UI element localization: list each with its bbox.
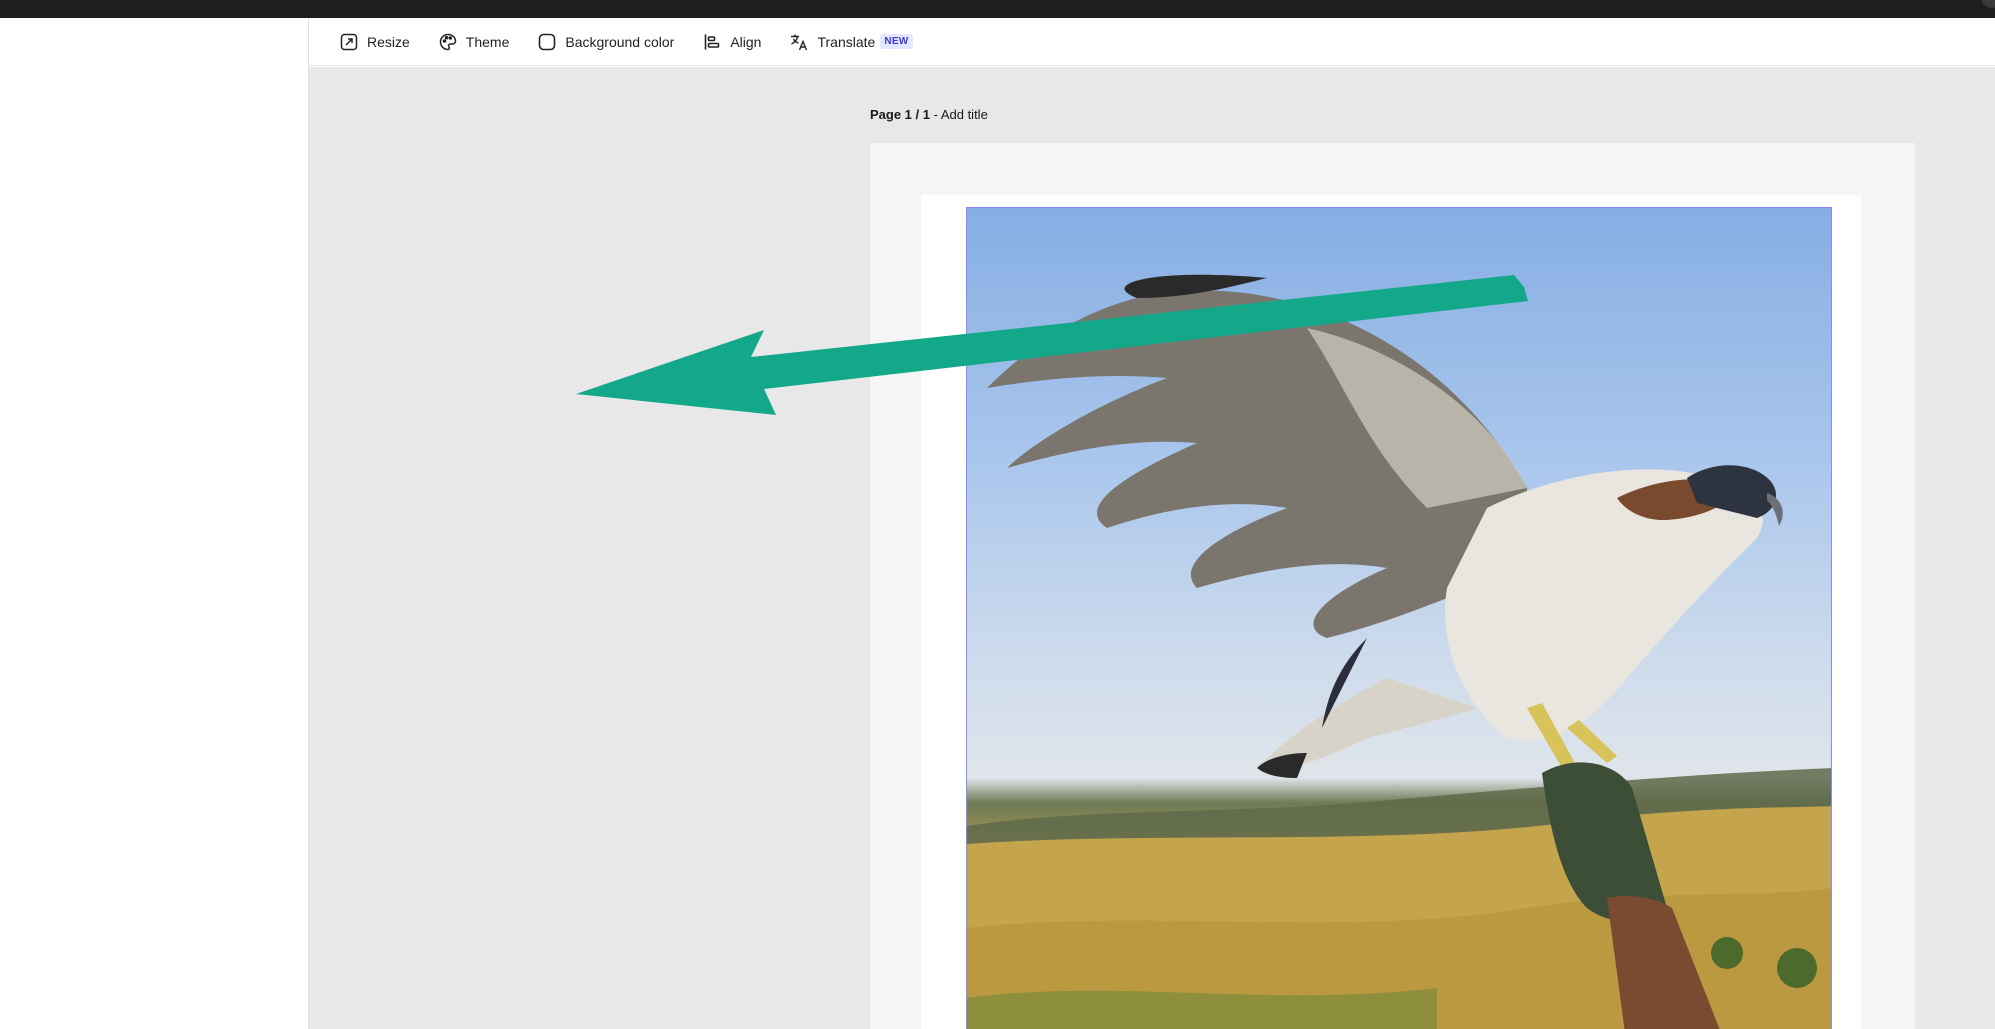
background-color-label: Background color bbox=[565, 33, 675, 50]
hawk-photo[interactable] bbox=[966, 207, 1832, 1029]
align-left-icon bbox=[702, 32, 722, 52]
page-label-separator: - bbox=[929, 107, 941, 122]
new-badge: NEW bbox=[880, 34, 913, 49]
translate-icon bbox=[789, 32, 809, 52]
page-number: Page 1 / 1 bbox=[870, 107, 930, 122]
resize-label: Resize bbox=[367, 33, 410, 50]
theme-button[interactable]: Theme bbox=[434, 26, 514, 58]
translate-label: Translate bbox=[817, 33, 876, 50]
window-title-bar bbox=[0, 0, 1995, 18]
palette-icon bbox=[438, 32, 458, 52]
align-button[interactable]: Align bbox=[698, 26, 765, 58]
left-panel bbox=[0, 18, 309, 1029]
resize-button[interactable]: Resize bbox=[335, 26, 414, 58]
page-label: Page 1 / 1 - Add title bbox=[870, 107, 988, 122]
background-color-icon bbox=[537, 32, 557, 52]
editor-toolbar: Resize Theme Background color Align Tran… bbox=[309, 18, 1995, 66]
avatar[interactable] bbox=[1981, 0, 1995, 8]
canvas-area[interactable]: Page 1 / 1 - Add title bbox=[309, 67, 1995, 1029]
theme-label: Theme bbox=[465, 33, 510, 50]
hawk-illustration bbox=[967, 274, 1831, 1029]
resize-icon bbox=[339, 32, 359, 52]
align-label: Align bbox=[730, 33, 762, 50]
background-color-button[interactable]: Background color bbox=[533, 26, 678, 58]
add-title-link[interactable]: Add title bbox=[941, 107, 988, 122]
translate-button[interactable]: Translate NEW bbox=[785, 26, 916, 58]
